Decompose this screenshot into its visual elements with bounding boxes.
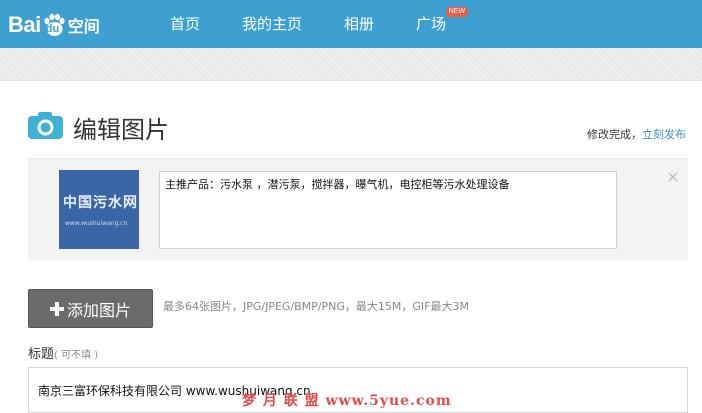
main-nav: 首页 我的主页 相册 广场 NEW	[170, 0, 488, 48]
baidu-space-logo[interactable]: Bai du 空间	[8, 10, 100, 40]
logo-text-bai: Bai	[8, 12, 41, 37]
page-title: 编辑图片	[73, 116, 169, 144]
status-text: 修改完成，	[587, 128, 642, 141]
logo-text-du: du	[45, 23, 60, 35]
add-image-button[interactable]: 添加图片	[28, 289, 153, 328]
image-card: 中国污水网 www.wushuiwang.cn 主推产品：污水泵 ，潜污泵，搅拌…	[28, 158, 688, 261]
logo-text-space: 空间	[67, 17, 100, 36]
title-optional-note: ( 可不填 )	[54, 350, 99, 361]
image-thumbnail[interactable]: 中国污水网 www.wushuiwang.cn	[59, 170, 139, 249]
paw-icon: du	[42, 13, 66, 37]
nav-item-plaza[interactable]: 广场 NEW	[416, 0, 469, 48]
nav-item-albums[interactable]: 相册	[344, 0, 374, 48]
nav-label: 广场	[416, 15, 447, 33]
nav-item-home[interactable]: 首页	[170, 0, 200, 48]
plus-icon	[49, 301, 64, 316]
status-row: 修改完成，立刻发布	[587, 126, 686, 142]
decorative-stripe-band	[0, 48, 702, 81]
nav-label: 首页	[170, 15, 201, 33]
add-image-label: 添加图片	[66, 300, 131, 320]
publish-now-link[interactable]: 立刻发布	[642, 128, 686, 141]
watermark-text: 梦 月 联 盟 www.5yue.com	[242, 393, 452, 409]
nav-label: 相册	[344, 15, 375, 33]
image-caption-textarea[interactable]: 主推产品：污水泵 ，潜污泵，搅拌器，曝气机，电控柜等污水处理设备	[159, 171, 617, 249]
close-icon[interactable]	[668, 167, 678, 182]
title-label-text: 标题	[28, 347, 55, 362]
camera-icon	[28, 112, 63, 139]
new-badge: NEW	[445, 7, 469, 17]
upload-hint: 最多64张图片，JPG/JPEG/BMP/PNG，最大15M，GIF最大3M	[163, 300, 469, 313]
thumbnail-url: www.wushuiwang.cn	[65, 220, 128, 227]
nav-label: 我的主页	[242, 15, 303, 33]
thumbnail-title: 中国污水网	[63, 195, 138, 211]
title-field-label: 标题( 可不填 )	[28, 343, 98, 362]
nav-item-my-homepage[interactable]: 我的主页	[242, 0, 302, 48]
top-nav-bar: Bai du 空间 首页 我的主页 相册 广场 NEW	[0, 0, 702, 48]
